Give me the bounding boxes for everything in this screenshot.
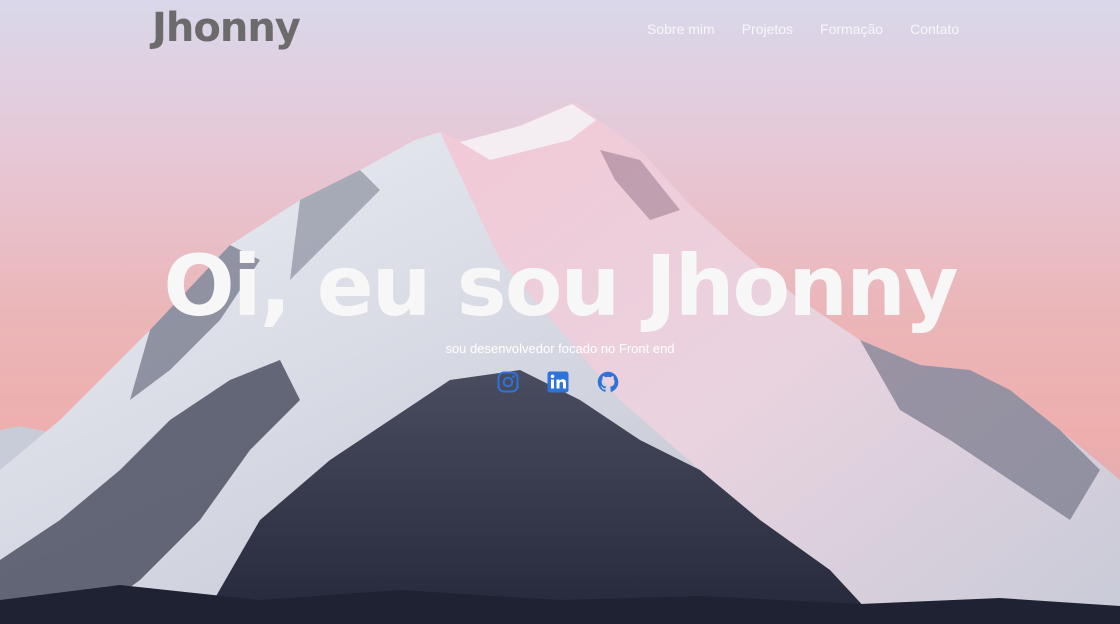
nav-link-projetos[interactable]: Projetos (742, 19, 793, 39)
hero-headline: Oi, eu sou Jhonny (163, 237, 958, 335)
top-navigation-bar: Jhonny Sobre mim Projetos Formação Conta… (0, 0, 1120, 60)
instagram-link[interactable] (496, 370, 520, 394)
github-link[interactable] (596, 370, 620, 394)
nav-link-sobre-mim[interactable]: Sobre mim (647, 19, 715, 39)
github-icon (597, 371, 619, 392)
site-logo[interactable]: Jhonny (152, 4, 301, 52)
linkedin-icon (547, 371, 569, 393)
nav-link-contato[interactable]: Contato (910, 19, 959, 39)
nav-link-formacao[interactable]: Formação (820, 19, 883, 39)
instagram-icon (497, 371, 519, 393)
hero-subtitle: sou desenvolvedor focado no Front end (445, 341, 675, 356)
main-nav: Sobre mim Projetos Formação Contato (647, 19, 986, 39)
linkedin-link[interactable] (546, 370, 570, 394)
social-links (496, 370, 620, 394)
